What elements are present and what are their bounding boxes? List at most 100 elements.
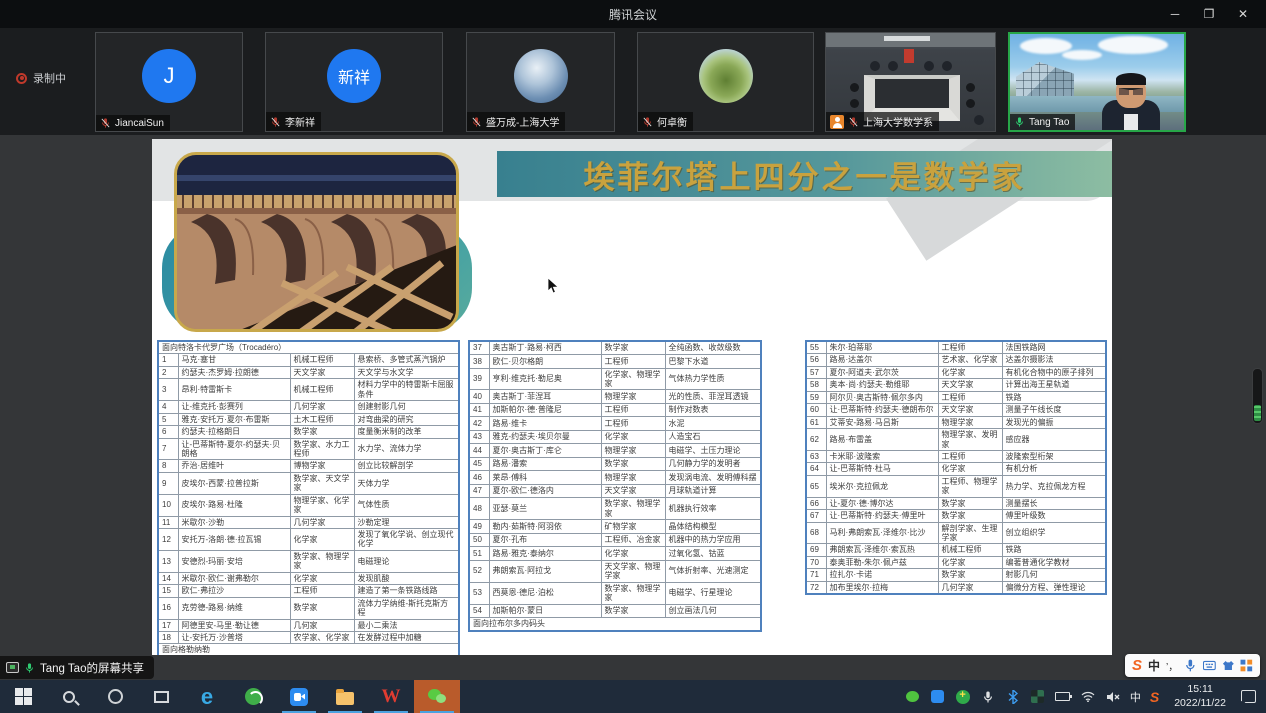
table-cell: 解剖学家、生理学家	[938, 522, 1002, 544]
start-button[interactable]	[0, 680, 46, 713]
table-face-footer: 面向格勒纳勒	[158, 644, 459, 655]
table-cell: 数学家	[938, 569, 1002, 581]
table-row: 60让·巴蒂斯特·约瑟夫·德朗布尔天文学家测量子午线长度	[806, 404, 1106, 416]
360-browser-button[interactable]	[230, 680, 276, 713]
audio-level-indicator[interactable]	[1252, 368, 1263, 424]
slide-title: 埃菲尔塔上四分之一是数学家	[584, 152, 1026, 197]
table-cell: 天文学家	[938, 404, 1002, 416]
mouse-cursor	[547, 277, 559, 295]
minimize-button[interactable]: ─	[1158, 0, 1192, 28]
participant-tile[interactable]: 盛万成-上海大学	[466, 32, 615, 132]
table-cell: 路易·潘索	[489, 457, 601, 471]
table-cell: 傅里叶级数	[1002, 510, 1106, 522]
ime-keyboard-icon[interactable]	[1203, 659, 1216, 672]
participant-tile[interactable]: 何卓衡	[637, 32, 814, 132]
table-cell: 矿物学家	[601, 520, 665, 534]
table-row: 48亚瑟·莫兰数学家、物理学家机器执行效率	[469, 498, 761, 520]
tencent-meeting-tray-icon[interactable]	[930, 689, 946, 705]
microphone-tray-icon[interactable]	[980, 689, 996, 705]
wechat-button[interactable]	[414, 680, 460, 713]
table-cell: 工程师	[601, 417, 665, 431]
muted-mic-icon	[848, 116, 859, 128]
table-cell: 40	[469, 390, 489, 404]
table-cell: 让-夏尔·德·博尔达	[826, 497, 938, 509]
table-cell: 59	[806, 391, 826, 403]
ime-microphone-icon[interactable]	[1184, 659, 1197, 672]
table-cell: 让-巴蒂斯特-夏尔-约瑟夫·贝朗格	[178, 438, 290, 460]
ime-skin-icon[interactable]	[1222, 659, 1235, 672]
system-tray: 中 S 15:11 2022/11/22	[905, 680, 1266, 713]
table-cell: 安德烈-玛丽·安培	[178, 550, 290, 572]
table-cell: 加斯帕尔·蒙日	[489, 604, 601, 618]
table-cell: 50	[469, 533, 489, 547]
table-cell: 水泥	[665, 417, 761, 431]
wechat-icon	[428, 689, 446, 705]
table-cell: 米歇尔·欧仁·谢弗勒尔	[178, 572, 290, 584]
table-cell: 54	[469, 604, 489, 618]
table-cell: 14	[158, 572, 178, 584]
tencent-meeting-button[interactable]	[276, 680, 322, 713]
table-cell: 61	[806, 416, 826, 428]
table-cell: 发现涡电流、发明傅科摆	[665, 471, 761, 485]
edge-browser-button[interactable]: e	[184, 680, 230, 713]
close-button[interactable]: ✕	[1226, 0, 1260, 28]
table-cell: 15	[158, 585, 178, 597]
volume-muted-tray-icon[interactable]	[1105, 689, 1121, 705]
table-cell: 工程师	[938, 450, 1002, 462]
table-row: 65埃米尔·克拉佩龙工程师、物理学家热力学、克拉佩龙方程	[806, 475, 1106, 497]
participant-tile[interactable]: J JiancaiSun	[95, 32, 243, 132]
table-cell: 11	[158, 516, 178, 528]
ime-lang-tray-indicator[interactable]: 中	[1130, 689, 1141, 705]
sogou-logo-icon[interactable]: S	[1132, 658, 1142, 673]
cortana-button[interactable]	[92, 680, 138, 713]
bluetooth-tray-icon[interactable]	[1005, 689, 1021, 705]
defender-tray-icon[interactable]	[1030, 689, 1046, 705]
table-cell: 天文学家	[938, 379, 1002, 391]
table-cell: 64	[806, 463, 826, 475]
table-row: 38欧仁·贝尔格朗工程师巴黎下水道	[469, 355, 761, 369]
clock-time: 15:11	[1174, 683, 1226, 696]
table-cell: 几何学家	[290, 516, 354, 528]
table-face-footer-text: 面向拉布尔多内码头	[469, 618, 761, 632]
ime-punctuation-toggle[interactable]: ’，	[1166, 658, 1178, 673]
table-row: 63卡米耶·波隆索工程师波隆索型桁架	[806, 450, 1106, 462]
action-center-icon[interactable]	[1241, 690, 1256, 703]
recording-label: 录制中	[33, 70, 66, 86]
table-row: 37奥古斯丁·路易·柯西数学家全纯函数、收敛级数	[469, 341, 761, 355]
wps-office-button[interactable]: W	[368, 680, 414, 713]
table-cell: 发现光的偏振	[1002, 416, 1106, 428]
search-button[interactable]	[46, 680, 92, 713]
task-view-button[interactable]	[138, 680, 184, 713]
360-safe-tray-icon[interactable]	[955, 689, 971, 705]
table-row: 18让-安托万·沙普塔农学家、化学家在发酵过程中加糖	[158, 631, 459, 643]
table-cell: 弗朗索瓦·泽维尔·索瓦热	[826, 544, 938, 556]
participant-tile[interactable]: 新祥 李新祥	[265, 32, 443, 132]
table-cell: 13	[158, 550, 178, 572]
table-cell: 机械工程师	[938, 544, 1002, 556]
file-explorer-button[interactable]	[322, 680, 368, 713]
taskbar-clock[interactable]: 15:11 2022/11/22	[1168, 683, 1232, 709]
table-cell: 工程师	[601, 355, 665, 369]
participant-tile[interactable]: 上海大学数学系	[825, 32, 996, 132]
wps-icon: W	[382, 687, 401, 706]
screen-share-banner[interactable]: Tang Tao的屏幕共享	[0, 656, 154, 679]
table-row: 7让-巴蒂斯特-夏尔-约瑟夫·贝朗格数学家、水力工程师水力学、流体力学	[158, 438, 459, 460]
table-cell: 最小二乘法	[354, 619, 459, 631]
ime-toolbar: S 中 ’，	[1125, 654, 1260, 677]
table-cell: 气体热力学性质	[665, 368, 761, 390]
sogou-tray-icon[interactable]: S	[1150, 689, 1159, 705]
battery-tray-icon[interactable]	[1055, 689, 1071, 705]
wechat-tray-icon[interactable]	[905, 689, 921, 705]
maximize-button[interactable]: ❐	[1192, 0, 1226, 28]
participant-tile-speaking[interactable]: Tang Tao	[1008, 32, 1186, 132]
active-mic-icon	[1014, 116, 1025, 128]
table-cell: 米歇尔·沙勒	[178, 516, 290, 528]
ime-toolbox-icon[interactable]	[1240, 659, 1253, 672]
active-mic-icon	[24, 662, 35, 674]
wifi-tray-icon[interactable]	[1080, 689, 1096, 705]
table-cell: 土木工程师	[290, 413, 354, 425]
ime-lang-toggle[interactable]: 中	[1148, 657, 1160, 674]
table-cell: 全纯函数、收敛级数	[665, 341, 761, 355]
table-cell: 3	[158, 379, 178, 401]
table-row: 67让·巴蒂斯特·约瑟夫·傅里叶数学家傅里叶级数	[806, 510, 1106, 522]
